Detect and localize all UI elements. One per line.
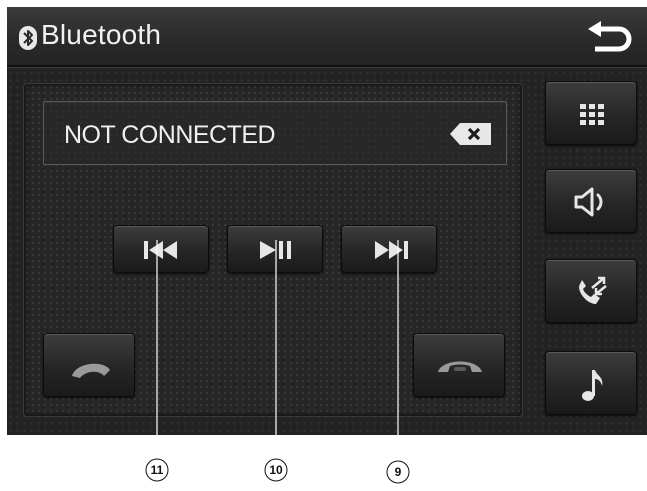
callout-11: 11 — [150, 463, 164, 477]
skip-previous-icon — [144, 241, 177, 259]
speaker-icon — [574, 187, 603, 217]
bluetooth-icon — [19, 26, 37, 50]
play-pause-icon — [260, 241, 291, 259]
previous-track-button[interactable] — [113, 225, 209, 273]
speaker-button[interactable] — [545, 169, 637, 233]
answer-call-button[interactable] — [43, 333, 135, 397]
bluetooth-screen: Bluetooth NOT CONNECTED — [7, 7, 647, 435]
keypad-button[interactable] — [545, 81, 637, 145]
phone-hangup-icon — [438, 361, 482, 372]
connection-status: NOT CONNECTED — [64, 121, 276, 149]
callout-9: 9 — [394, 465, 402, 479]
back-button[interactable] — [585, 19, 633, 57]
music-button[interactable] — [545, 351, 637, 415]
back-arrow-icon — [588, 21, 632, 52]
music-note-icon — [582, 370, 603, 401]
header-bar: Bluetooth — [7, 7, 647, 67]
play-pause-button[interactable] — [227, 225, 323, 273]
call-transfer-button[interactable] — [545, 259, 637, 323]
page-title: Bluetooth — [41, 19, 162, 50]
phone-answer-icon — [72, 363, 110, 378]
clear-button[interactable] — [448, 120, 494, 148]
skip-next-icon — [375, 241, 408, 259]
next-track-button[interactable] — [341, 225, 437, 273]
hang-up-button[interactable] — [413, 333, 505, 397]
keypad-icon — [580, 104, 604, 125]
backspace-icon — [450, 123, 491, 145]
callout-10: 10 — [269, 463, 283, 477]
status-display: NOT CONNECTED — [43, 101, 507, 165]
call-transfer-icon — [579, 276, 607, 304]
